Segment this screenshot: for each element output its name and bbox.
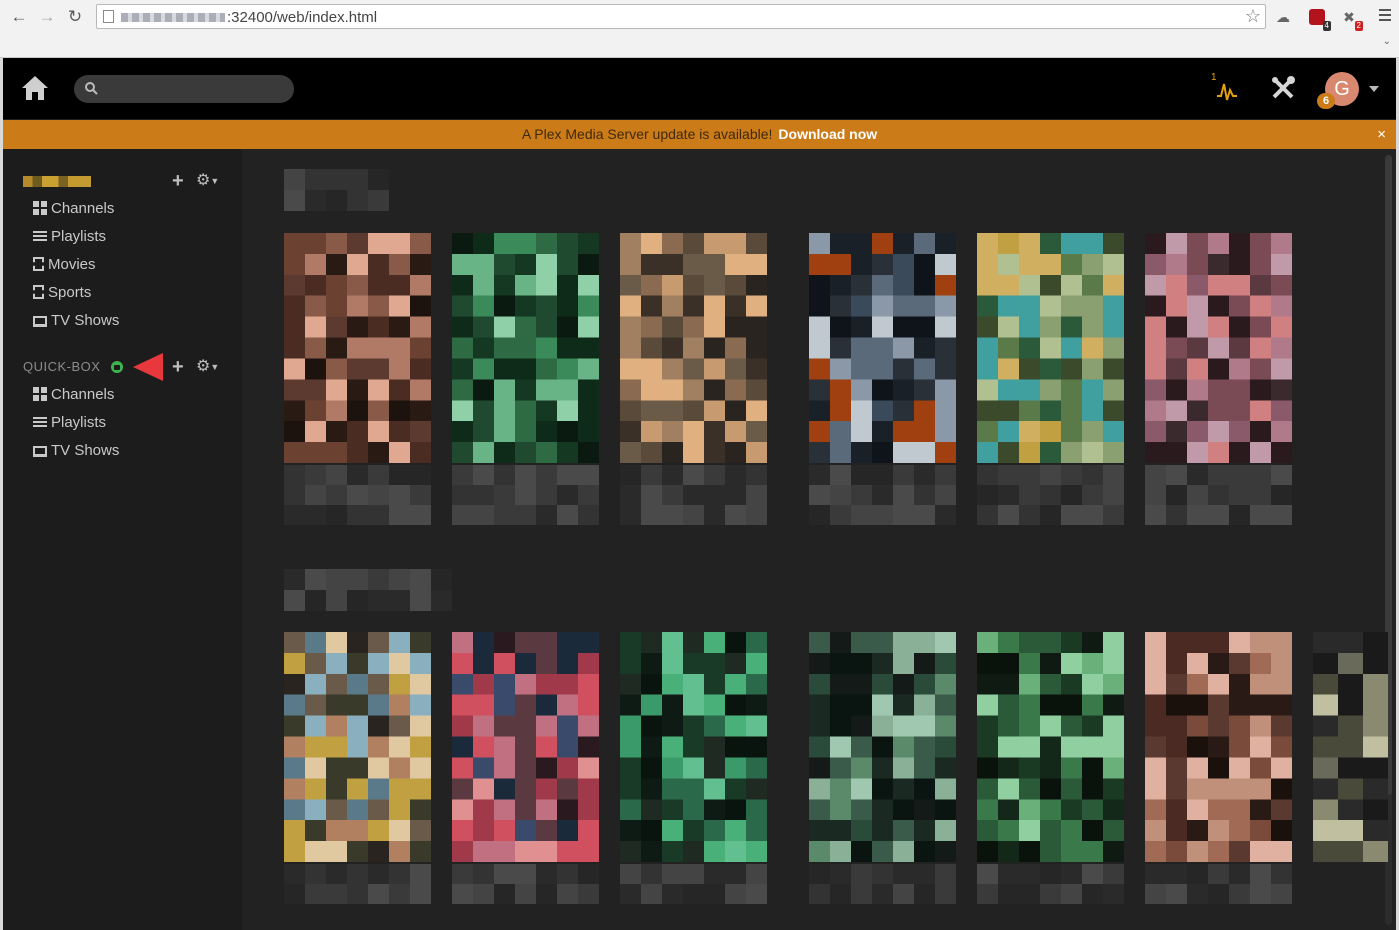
poster-tile[interactable] bbox=[452, 233, 599, 463]
poster-tile[interactable] bbox=[809, 632, 956, 862]
poster-tile[interactable] bbox=[977, 632, 1124, 862]
poster-title-redacted bbox=[284, 465, 431, 525]
film-icon bbox=[33, 285, 44, 299]
poster-tile[interactable] bbox=[1145, 632, 1292, 862]
bookmark-star-icon[interactable]: ☆ bbox=[1245, 6, 1261, 27]
server-settings-gear-icon[interactable]: ⚙▼ bbox=[196, 357, 219, 377]
sidebar-item-label: Sports bbox=[48, 284, 92, 301]
sidebar-item-tv-shows[interactable]: TV Shows bbox=[33, 439, 119, 463]
poster-tile[interactable] bbox=[809, 233, 956, 463]
poster-title-redacted bbox=[809, 864, 956, 904]
poster-tile[interactable] bbox=[620, 233, 767, 463]
settings-tools-icon[interactable] bbox=[1269, 74, 1297, 102]
poster-tile[interactable] bbox=[284, 233, 431, 463]
url-host-redacted bbox=[121, 13, 225, 22]
server-name-redacted[interactable] bbox=[23, 176, 91, 187]
poster-title-redacted bbox=[620, 465, 767, 525]
browser-toolbar: ← → ↻ :32400/web/index.html ☆ ☁ 4 ✖ 2 ⌄ bbox=[0, 0, 1399, 58]
sidebar-item-playlists[interactable]: Playlists bbox=[33, 225, 106, 249]
hub-title-redacted bbox=[284, 569, 452, 611]
search-input[interactable] bbox=[104, 79, 284, 99]
extension-badge: 2 bbox=[1354, 21, 1363, 31]
poster-title-redacted bbox=[452, 465, 599, 525]
poster-title-redacted bbox=[977, 864, 1124, 904]
extension-icon[interactable]: ✖ 2 bbox=[1339, 7, 1363, 31]
list-icon bbox=[33, 231, 47, 241]
sidebar-item-label: TV Shows bbox=[51, 442, 120, 459]
sidebar-item-label: Playlists bbox=[51, 414, 107, 431]
poster-title-redacted bbox=[452, 864, 599, 904]
poster-title-redacted bbox=[977, 465, 1124, 525]
main-content bbox=[242, 149, 1396, 930]
poster-tile[interactable] bbox=[977, 233, 1124, 463]
lock-icon bbox=[111, 361, 123, 373]
grid-icon bbox=[33, 387, 47, 401]
tv-icon bbox=[33, 316, 47, 327]
list-icon bbox=[33, 417, 47, 427]
address-bar[interactable]: :32400/web/index.html ☆ bbox=[96, 4, 1266, 29]
download-now-link[interactable]: Download now bbox=[778, 126, 877, 142]
chevron-down-icon[interactable]: ⌄ bbox=[1383, 36, 1391, 47]
user-menu-caret-icon[interactable] bbox=[1369, 86, 1379, 92]
poster-title-redacted bbox=[284, 864, 431, 904]
annotation-arrow-icon bbox=[133, 353, 163, 381]
back-icon[interactable]: ← bbox=[8, 6, 30, 28]
poster-tile[interactable] bbox=[620, 632, 767, 862]
poster-tile[interactable] bbox=[284, 632, 431, 862]
notification-badge: 6 bbox=[1317, 93, 1335, 109]
browser-menu-icon[interactable] bbox=[1379, 9, 1391, 24]
poster-tile[interactable] bbox=[452, 632, 599, 862]
sidebar-item-label: Channels bbox=[51, 200, 115, 217]
cloud-icon[interactable]: ☁ bbox=[1273, 7, 1293, 27]
ublock-icon[interactable]: 4 bbox=[1307, 7, 1331, 31]
banner-close-icon[interactable]: × bbox=[1377, 120, 1386, 149]
grid-icon bbox=[33, 201, 47, 215]
sidebar-item-playlists[interactable]: Playlists bbox=[33, 411, 106, 435]
film-icon bbox=[33, 257, 44, 271]
activity-count: 1 bbox=[1211, 72, 1217, 83]
sidebar-item-label: Channels bbox=[51, 386, 115, 403]
poster-tile[interactable] bbox=[1145, 233, 1292, 463]
poster-title-redacted bbox=[1145, 864, 1292, 904]
sidebar-item-movies[interactable]: Movies bbox=[33, 253, 96, 277]
url-text: :32400/web/index.html bbox=[227, 9, 378, 26]
forward-icon[interactable]: → bbox=[36, 6, 58, 28]
plex-top-bar: 1 G 6 bbox=[3, 58, 1396, 119]
tv-icon bbox=[33, 446, 47, 457]
sidebar-item-channels[interactable]: Channels bbox=[33, 197, 114, 221]
home-icon[interactable] bbox=[21, 75, 49, 101]
activity-button[interactable]: 1 bbox=[1209, 72, 1241, 102]
sidebar: + ⚙▼ Channels Playlists Movies Sports TV… bbox=[3, 149, 242, 930]
page-icon bbox=[103, 10, 114, 23]
sidebar-item-label: TV Shows bbox=[51, 312, 120, 329]
search-icon bbox=[85, 82, 98, 95]
sidebar-item-channels[interactable]: Channels bbox=[33, 383, 114, 407]
add-library-icon[interactable]: + bbox=[172, 171, 184, 191]
poster-title-redacted bbox=[809, 465, 956, 525]
sidebar-item-tv-shows[interactable]: TV Shows bbox=[33, 309, 119, 333]
update-banner: A Plex Media Server update is available!… bbox=[3, 120, 1396, 149]
ublock-badge: 4 bbox=[1322, 21, 1331, 31]
reload-icon[interactable]: ↻ bbox=[64, 6, 86, 28]
poster-tile[interactable] bbox=[1313, 632, 1388, 862]
poster-title-redacted bbox=[1145, 465, 1292, 525]
poster-title-redacted bbox=[620, 864, 767, 904]
add-library-icon[interactable]: + bbox=[172, 357, 184, 377]
search-box[interactable] bbox=[74, 75, 294, 103]
sidebar-item-label: Playlists bbox=[51, 228, 107, 245]
banner-message: A Plex Media Server update is available! bbox=[521, 126, 773, 142]
sidebar-item-label: Movies bbox=[48, 256, 96, 273]
server-name-quick-box[interactable]: QUICK-BOX bbox=[23, 359, 100, 374]
sidebar-item-sports[interactable]: Sports bbox=[33, 281, 91, 305]
server-settings-gear-icon[interactable]: ⚙▼ bbox=[196, 171, 219, 191]
hub-title-redacted bbox=[284, 169, 389, 211]
